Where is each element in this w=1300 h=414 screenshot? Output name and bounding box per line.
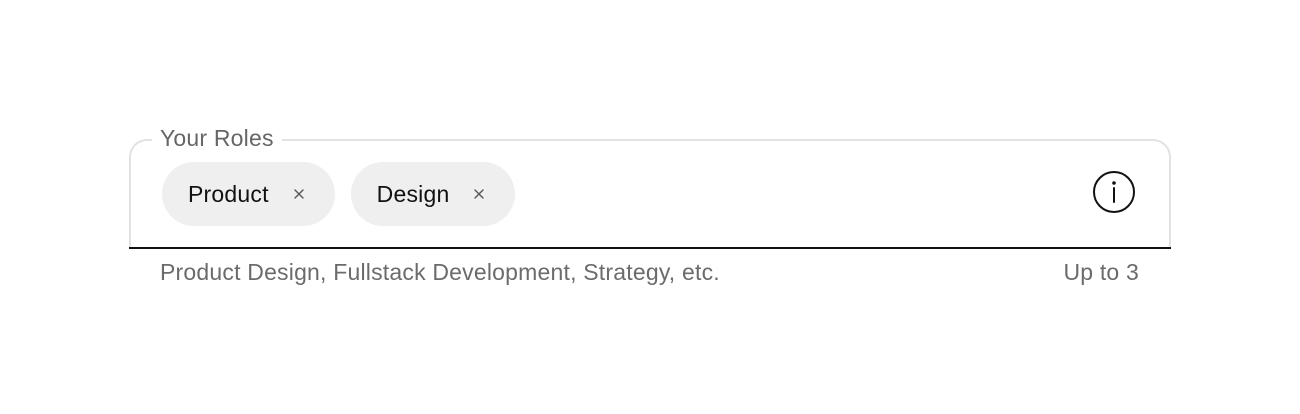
- field-underline: [129, 247, 1171, 249]
- field-label: Your Roles: [152, 124, 282, 152]
- info-icon[interactable]: [1092, 170, 1136, 214]
- chip-list: Product Design: [162, 162, 516, 226]
- helper-text: Product Design, Fullstack Development, S…: [160, 259, 720, 285]
- close-icon[interactable]: [289, 184, 309, 204]
- close-icon[interactable]: [469, 184, 489, 204]
- chip-label: Product: [188, 180, 269, 207]
- chip-label: Design: [376, 180, 450, 207]
- limit-text: Up to 3: [1063, 259, 1139, 285]
- chip-design[interactable]: Design: [350, 162, 516, 226]
- chip-product[interactable]: Product: [162, 162, 335, 226]
